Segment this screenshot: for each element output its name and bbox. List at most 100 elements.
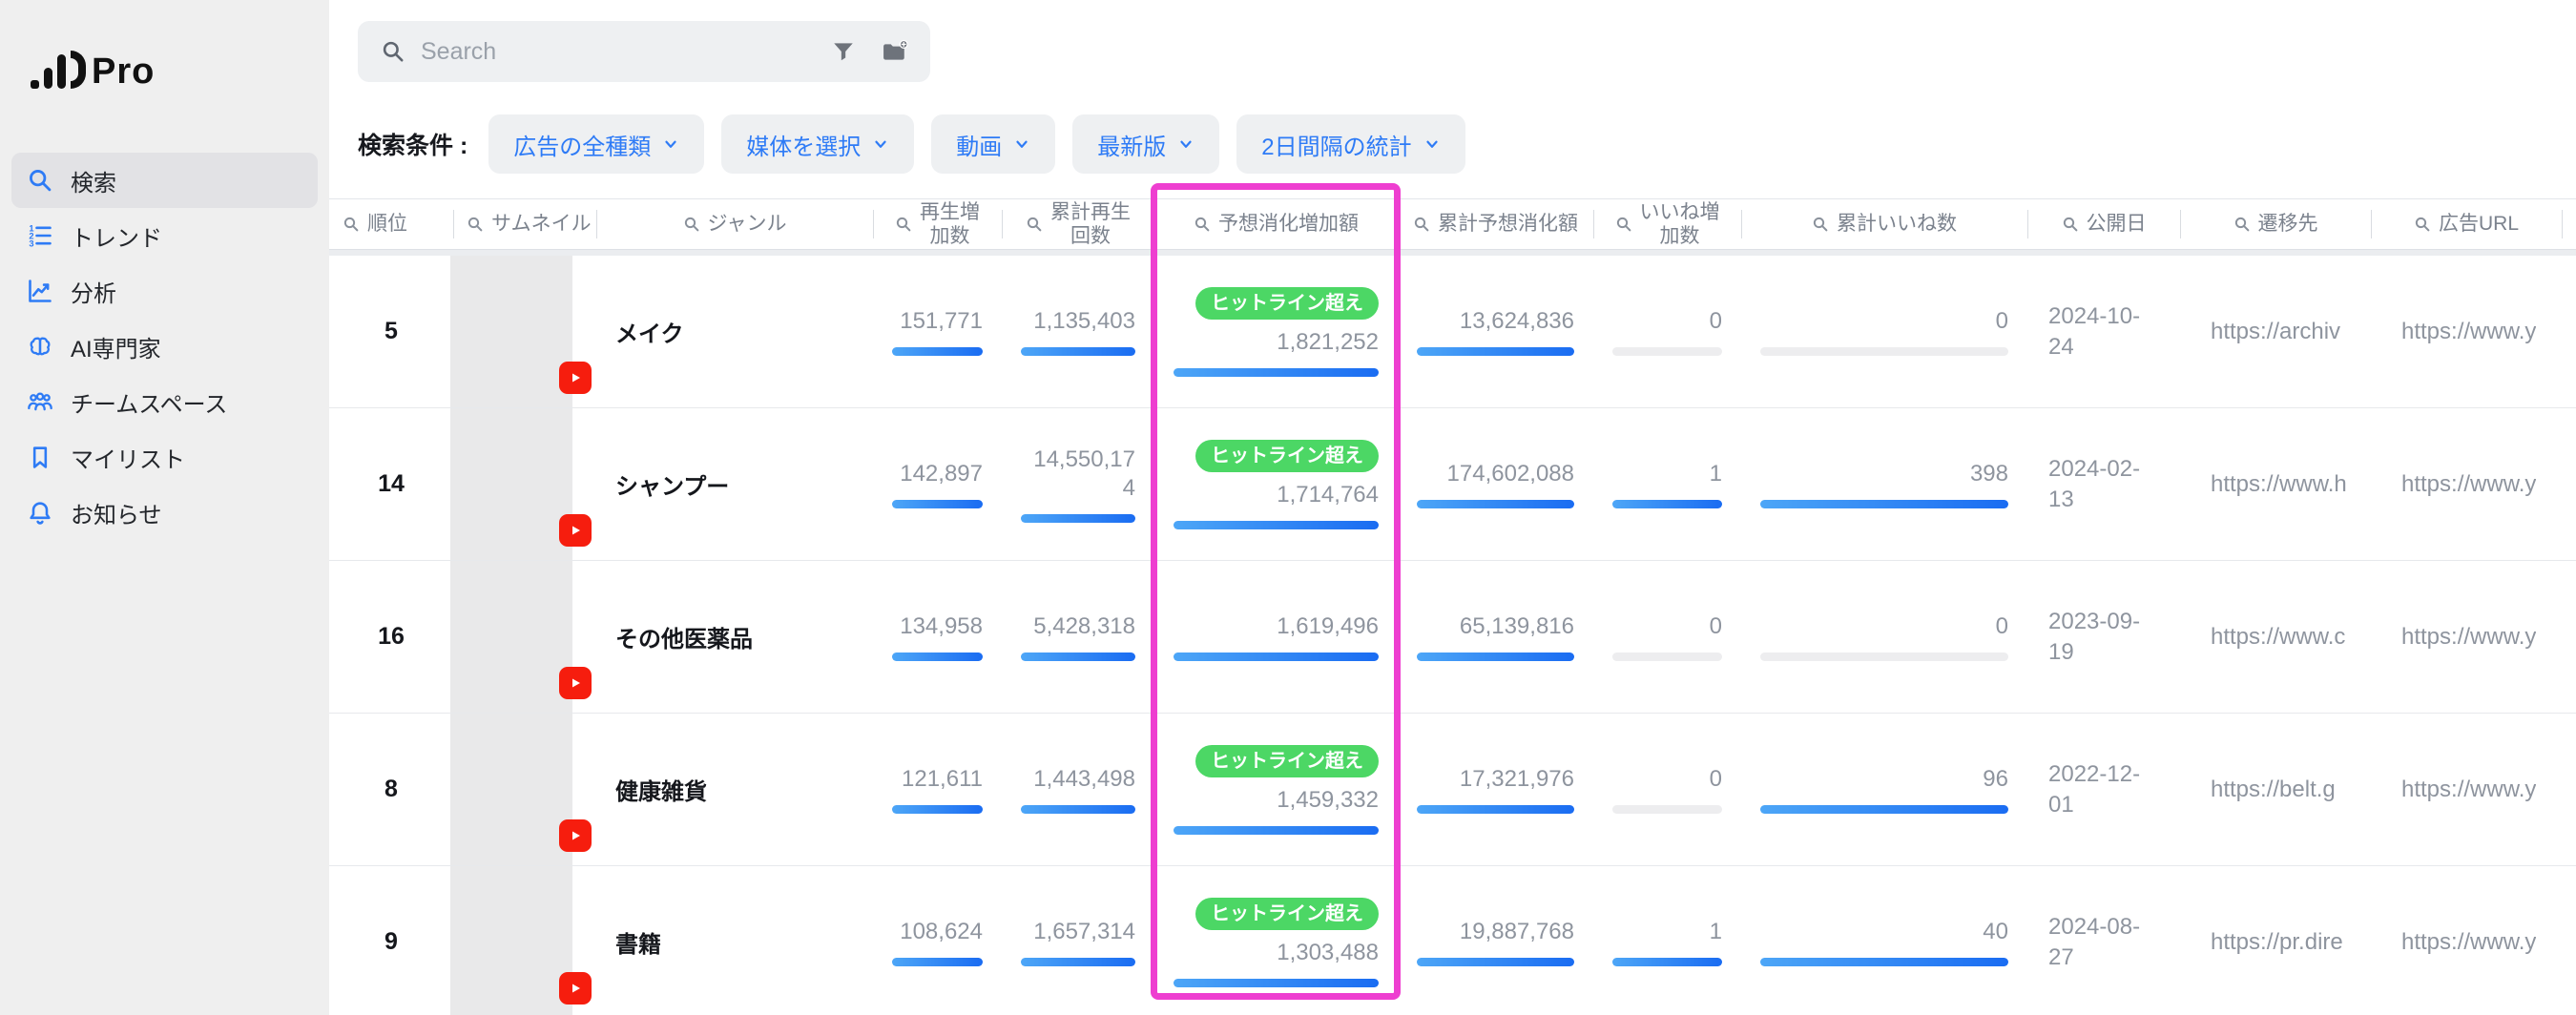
column-header-publish-date[interactable]: 公開日	[2027, 199, 2180, 249]
thumbnail-placeholder[interactable]	[450, 866, 572, 1015]
sidebar-item-trend[interactable]: 123 トレンド	[11, 208, 318, 263]
chevron-down-icon	[1177, 135, 1195, 153]
youtube-icon	[559, 819, 592, 852]
team-icon	[27, 388, 53, 415]
bookmark-icon	[27, 444, 53, 470]
column-header-views-total[interactable]: 累計再生 回数	[1002, 199, 1154, 249]
likes-increase-cell: 0	[1593, 561, 1741, 713]
column-header-genre[interactable]: ジャンル	[596, 199, 873, 249]
sidebar-item-ai-expert[interactable]: AI専門家	[11, 319, 318, 374]
column-header-ad-url[interactable]: 広告URL	[2371, 199, 2562, 249]
progress-bar	[1174, 521, 1379, 529]
sidebar-item-team-space[interactable]: チームスペース	[11, 374, 318, 429]
column-header-spend-total[interactable]: 累計予想消化額	[1398, 199, 1593, 249]
column-header-views-increase[interactable]: 再生増 加数	[873, 199, 1002, 249]
logo-text: Pro	[92, 53, 155, 92]
filter-chip-latest[interactable]: 最新版	[1072, 114, 1219, 174]
views-total-cell: 1,657,314	[1002, 866, 1154, 1015]
results-table: 順位 サムネイル ジャンル 再生増 加数 累計再生 回数 予想消化増加額 累計予…	[329, 198, 2576, 1015]
ad-url-cell: https://www.y	[2371, 256, 2562, 407]
column-header-destination[interactable]: 遷移先	[2180, 199, 2371, 249]
views-increase-cell: 142,897	[873, 408, 1002, 560]
sidebar-item-notifications[interactable]: お知らせ	[11, 485, 318, 540]
progress-bar	[1760, 347, 2008, 356]
filter-chip-ad-type[interactable]: 広告の全種類	[488, 114, 704, 174]
search-icon	[467, 216, 484, 233]
youtube-icon	[559, 972, 592, 1005]
destination-cell: https://www.c	[2180, 561, 2371, 713]
table-row[interactable]: 14 シャンプー 142,897 14,550,174 ヒットライン超え1,71…	[329, 408, 2576, 561]
spend-total-cell: 19,887,768	[1398, 866, 1593, 1015]
column-header-likes-increase[interactable]: いいね増 加数	[1593, 199, 1741, 249]
sidebar: Pro 検索 123 トレンド 分析 AI専門家 チームスペース マイリスト	[0, 0, 329, 1015]
search-icon	[1812, 216, 1829, 233]
sidebar-nav: 検索 123 トレンド 分析 AI専門家 チームスペース マイリスト お知らせ	[0, 153, 329, 540]
sidebar-item-analysis[interactable]: 分析	[11, 263, 318, 319]
likes-total-cell: 398	[1741, 408, 2027, 560]
genre-cell: 健康雑貨	[596, 714, 873, 865]
sidebar-item-label: トレンド	[71, 219, 162, 253]
chevron-down-icon	[872, 135, 889, 153]
sidebar-item-label: AI専門家	[71, 330, 161, 363]
rank-cell: 8	[329, 714, 453, 865]
app-logo: Pro	[0, 0, 329, 92]
sidebar-item-search[interactable]: 検索	[11, 153, 318, 208]
chevron-down-icon	[1423, 135, 1441, 153]
folder-add-icon[interactable]	[881, 39, 909, 64]
progress-bar	[892, 347, 983, 356]
thumbnail-placeholder[interactable]	[450, 561, 572, 713]
sidebar-item-my-list[interactable]: マイリスト	[11, 429, 318, 485]
spend-increase-cell: 1,619,496	[1154, 561, 1398, 713]
filter-chip-stats-interval[interactable]: 2日間隔の統計	[1236, 114, 1465, 174]
spend-total-cell: 174,602,088	[1398, 408, 1593, 560]
column-header-rank[interactable]: 順位	[329, 199, 453, 249]
table-row[interactable]: 9 書籍 108,624 1,657,314 ヒットライン超え1,303,488…	[329, 866, 2576, 1015]
search-icon	[1026, 216, 1043, 233]
table-row[interactable]: 8 健康雑貨 121,611 1,443,498 ヒットライン超え1,459,3…	[329, 714, 2576, 866]
likes-total-cell: 0	[1741, 256, 2027, 407]
likes-increase-cell: 0	[1593, 256, 1741, 407]
search-icon	[1615, 216, 1632, 233]
table-row[interactable]: 16 その他医薬品 134,958 5,428,318 1,619,496 65…	[329, 561, 2576, 714]
progress-bar	[1760, 958, 2008, 966]
chevron-down-icon	[1013, 135, 1030, 153]
genre-cell: メイク	[596, 256, 873, 407]
filter-funnel-icon[interactable]	[831, 39, 856, 64]
search-icon	[381, 39, 405, 64]
likes-increase-cell: 1	[1593, 866, 1741, 1015]
progress-bar	[1760, 500, 2008, 508]
progress-bar	[1417, 347, 1574, 356]
column-header-likes-total[interactable]: 累計いいね数	[1741, 199, 2027, 249]
thumbnail-placeholder[interactable]	[450, 714, 572, 865]
spend-increase-cell: ヒットライン超え1,714,764	[1154, 408, 1398, 560]
search-input[interactable]	[421, 38, 783, 66]
rank-cell: 5	[329, 256, 453, 407]
filter-label: 検索条件 :	[358, 127, 467, 161]
filter-chip-video[interactable]: 動画	[931, 114, 1055, 174]
topbar	[329, 0, 2576, 82]
column-header-spend-increase[interactable]: 予想消化増加額	[1154, 199, 1398, 249]
search-bar[interactable]	[358, 21, 930, 82]
sidebar-item-label: 検索	[71, 164, 116, 197]
thumbnail-cell	[453, 256, 596, 407]
progress-bar	[1021, 652, 1135, 661]
rank-cell: 16	[329, 561, 453, 713]
search-icon	[2062, 216, 2079, 233]
thumbnail-placeholder[interactable]	[450, 256, 572, 407]
progress-bar	[892, 500, 983, 508]
spend-increase-cell: ヒットライン超え1,459,332	[1154, 714, 1398, 865]
column-header-thumbnail[interactable]: サムネイル	[453, 199, 596, 249]
svg-text:3: 3	[29, 239, 33, 249]
filter-chip-media[interactable]: 媒体を選択	[721, 114, 914, 174]
likes-increase-cell: 1	[1593, 408, 1741, 560]
youtube-icon	[559, 362, 592, 394]
progress-bar	[1174, 826, 1379, 835]
youtube-icon	[559, 667, 592, 699]
table-header: 順位 サムネイル ジャンル 再生増 加数 累計再生 回数 予想消化増加額 累計予…	[329, 198, 2576, 250]
rank-cell: 14	[329, 408, 453, 560]
views-increase-cell: 108,624	[873, 866, 1002, 1015]
table-row[interactable]: 5 メイク 151,771 1,135,403 ヒットライン超え1,821,25…	[329, 256, 2576, 408]
thumbnail-placeholder[interactable]	[450, 408, 572, 560]
progress-bar	[1021, 805, 1135, 814]
chart-icon	[27, 278, 53, 304]
